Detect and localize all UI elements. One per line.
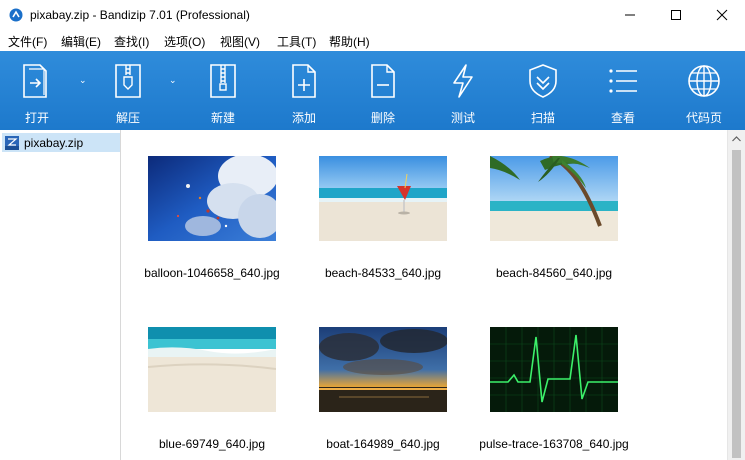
delete-file-icon <box>371 64 395 98</box>
menu-help[interactable]: 帮助(H) <box>329 30 370 50</box>
lightning-icon <box>453 64 473 98</box>
file-item[interactable]: balloon-1046658_640.jpg <box>123 130 293 280</box>
bandizip-app-icon <box>9 8 23 22</box>
menu-tools[interactable]: 工具(T) <box>277 30 316 50</box>
add-label: 添加 <box>291 111 316 125</box>
thumbnail <box>148 327 276 412</box>
minimize-icon <box>625 14 635 16</box>
open-dropdown-arrow-icon[interactable]: ⌄ <box>79 75 87 86</box>
file-item[interactable]: pulse-trace-163708_640.jpg <box>465 301 635 451</box>
scrollbar-thumb[interactable] <box>732 150 741 458</box>
menu-file[interactable]: 文件(F) <box>8 30 47 50</box>
maximize-button[interactable] <box>653 0 699 30</box>
thumbnail <box>490 327 618 412</box>
view-button[interactable]: 查看 <box>596 51 650 130</box>
file-name: boat-164989_640.jpg <box>326 437 440 451</box>
file-name: blue-69749_640.jpg <box>158 437 266 451</box>
close-button[interactable] <box>699 0 745 30</box>
toolbar: 打开 ⌄ 解压 ⌄ 新建 添加 删除 测试 扫描 查看 代码页 <box>0 51 745 130</box>
extract-label: 解压 <box>115 111 140 125</box>
scroll-up-button[interactable] <box>728 130 745 147</box>
file-name: beach-84533_640.jpg <box>324 266 442 280</box>
codepage-label: 代码页 <box>685 111 722 125</box>
thumbnail <box>148 156 276 241</box>
minimize-button[interactable] <box>607 0 653 30</box>
menu-view[interactable]: 视图(V) <box>220 30 260 50</box>
open-label: 打开 <box>24 111 49 125</box>
codepage-button[interactable]: 代码页 <box>676 51 732 130</box>
thumbnail <box>319 327 447 412</box>
vertical-scrollbar[interactable] <box>727 130 745 460</box>
menu-find[interactable]: 查找(I) <box>114 30 149 50</box>
window-title: pixabay.zip - Bandizip 7.01 (Professiona… <box>30 8 250 22</box>
test-button[interactable]: 测试 <box>436 51 490 130</box>
open-button[interactable]: 打开 <box>10 51 64 130</box>
maximize-icon <box>671 10 681 20</box>
chevron-up-icon <box>732 135 741 141</box>
globe-icon <box>688 65 720 97</box>
shield-icon <box>529 64 557 98</box>
list-view-icon <box>609 69 637 93</box>
file-item[interactable]: blue-69749_640.jpg <box>123 301 293 451</box>
file-item[interactable]: beach-84560_640.jpg <box>465 130 635 280</box>
menu-bar: 文件(F) 编辑(E) 查找(I) 选项(O) 视图(V) 工具(T) 帮助(H… <box>0 30 745 51</box>
file-item[interactable]: beach-84533_640.jpg <box>294 130 464 280</box>
scan-button[interactable]: 扫描 <box>516 51 570 130</box>
new-archive-button[interactable]: 新建 <box>196 51 250 130</box>
extract-button[interactable]: 解压 <box>100 51 156 130</box>
add-file-icon <box>292 64 316 98</box>
test-label: 测试 <box>450 111 475 125</box>
file-list: balloon-1046658_640.jpg beach-84533_640.… <box>123 130 727 460</box>
extract-icon <box>115 64 141 98</box>
close-icon <box>716 9 728 21</box>
folder-tree: pixabay.zip <box>0 130 121 460</box>
open-archive-icon <box>23 64 47 98</box>
delete-button[interactable]: 删除 <box>356 51 410 130</box>
new-archive-icon <box>210 64 236 98</box>
scan-label: 扫描 <box>530 111 555 125</box>
menu-options[interactable]: 选项(O) <box>164 30 205 50</box>
file-name: pulse-trace-163708_640.jpg <box>479 437 629 451</box>
bandizip-window: pixabay.zip - Bandizip 7.01 (Professiona… <box>0 0 745 460</box>
extract-dropdown-arrow-icon[interactable]: ⌄ <box>169 75 177 86</box>
thumbnail <box>490 156 618 241</box>
file-name: balloon-1046658_640.jpg <box>144 266 280 280</box>
tree-item-root[interactable]: pixabay.zip <box>2 133 120 152</box>
thumbnail <box>319 156 447 241</box>
file-name: beach-84560_640.jpg <box>495 266 613 280</box>
view-label: 查看 <box>610 111 635 125</box>
menu-edit[interactable]: 编辑(E) <box>61 30 101 50</box>
title-bar: pixabay.zip - Bandizip 7.01 (Professiona… <box>0 0 745 30</box>
zip-archive-icon <box>5 135 19 150</box>
new-label: 新建 <box>210 111 235 125</box>
tree-item-label: pixabay.zip <box>24 135 84 150</box>
delete-label: 删除 <box>370 111 395 125</box>
file-item[interactable]: boat-164989_640.jpg <box>294 301 464 451</box>
add-button[interactable]: 添加 <box>277 51 331 130</box>
